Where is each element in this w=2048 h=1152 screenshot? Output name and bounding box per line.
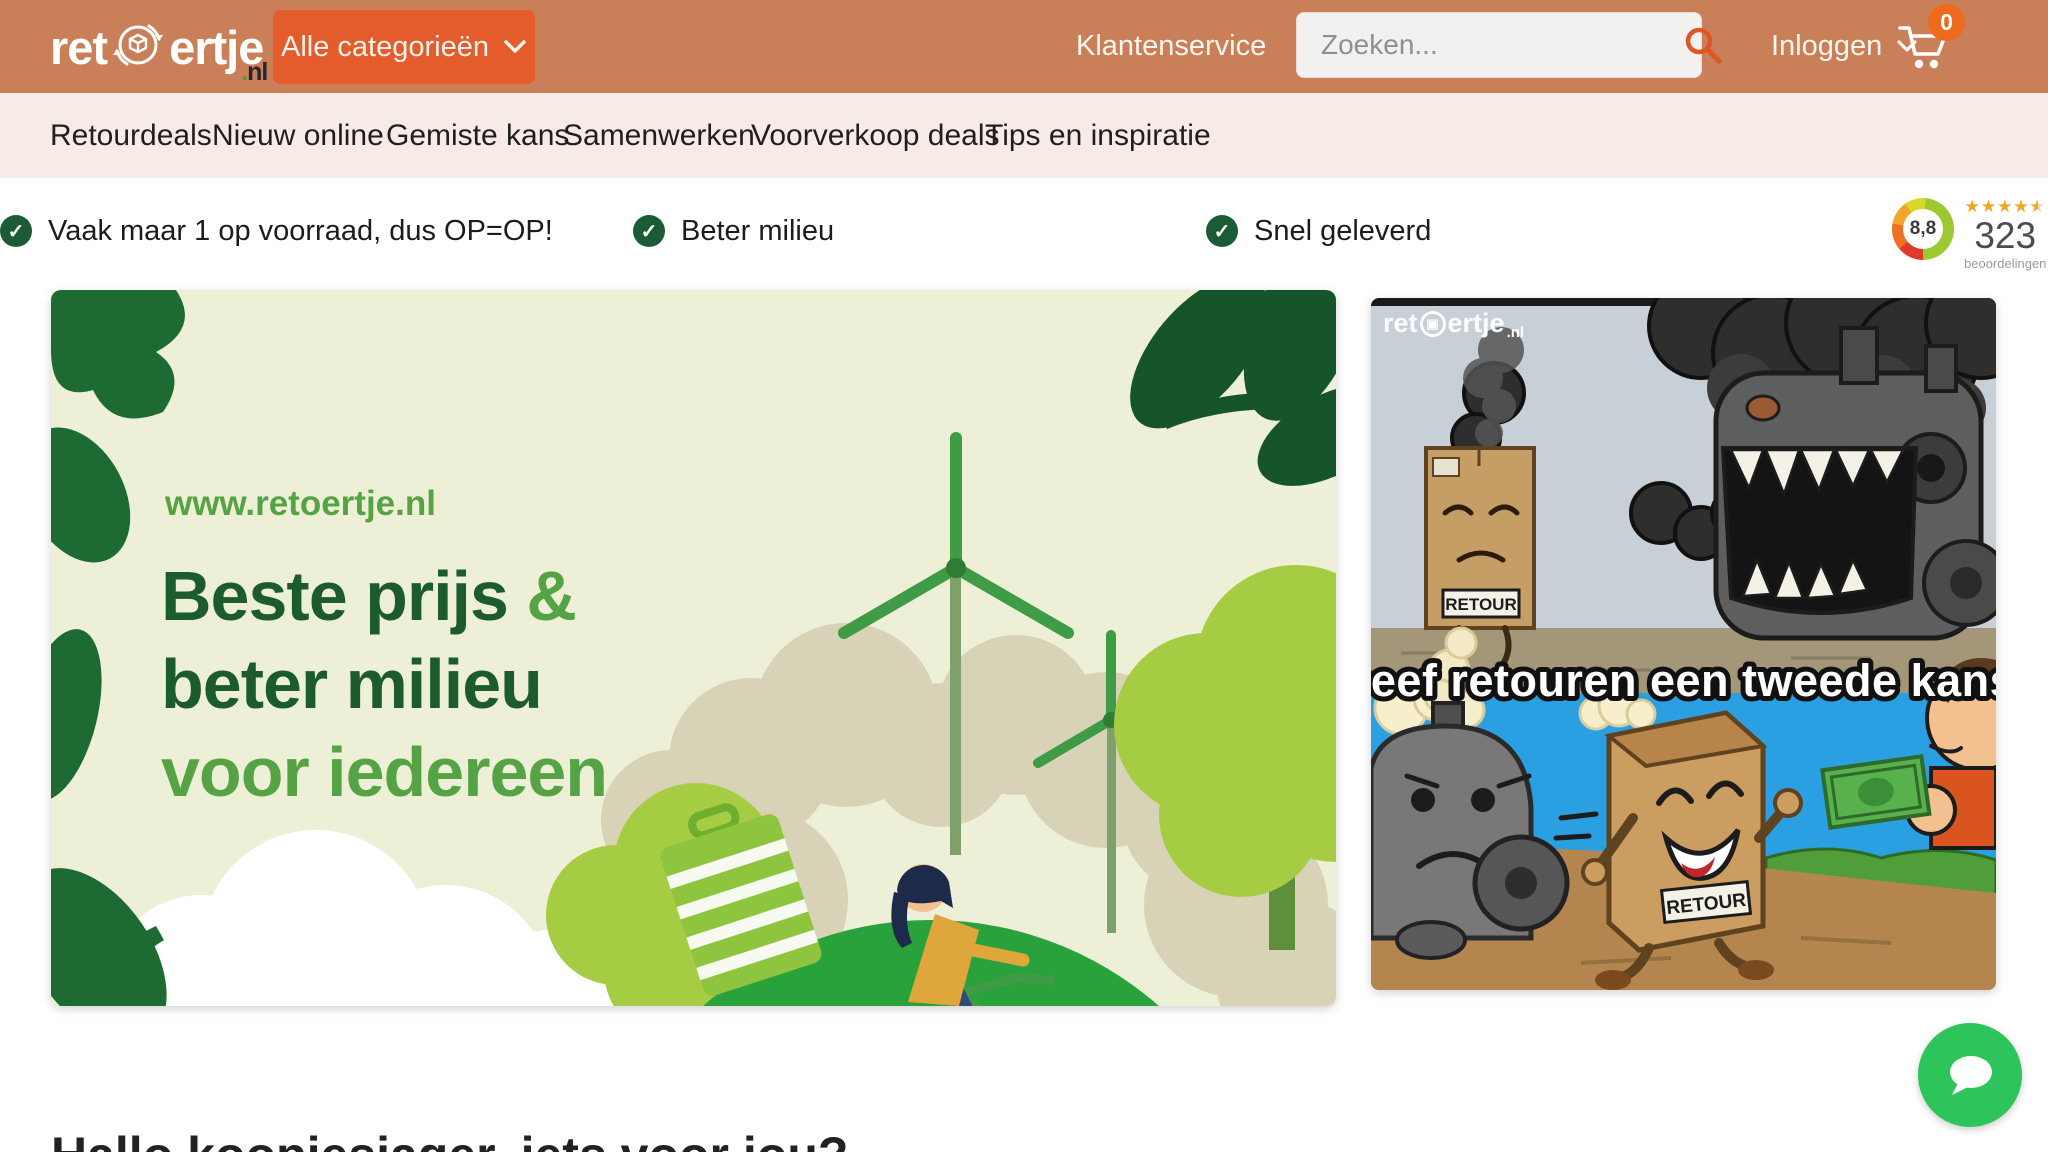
search-icon bbox=[1682, 24, 1724, 66]
usp-item-voorraad: ✓ Vaak maar 1 op voorraad, dus OP=OP! bbox=[0, 206, 553, 256]
rating-score: 8,8 bbox=[1903, 209, 1943, 249]
check-circle-icon: ✓ bbox=[1206, 215, 1238, 247]
banner-headline-line2: beter milieu bbox=[161, 644, 542, 724]
nav-item-tips-en-inspiratie[interactable]: Tips en inspiratie bbox=[985, 93, 1211, 178]
nav-item-retourdeals[interactable]: Retourdeals bbox=[50, 93, 212, 178]
review-count: 323 bbox=[1974, 217, 2036, 254]
nav-item-nieuw-online[interactable]: Nieuw online bbox=[212, 93, 384, 178]
banner-headline-line3: voor iedereen bbox=[161, 732, 607, 812]
page: ret ertje .nl Alle categorieën bbox=[0, 0, 2048, 1152]
usp-item-levering: ✓ Snel geleverd bbox=[1206, 206, 1431, 256]
header: ret ertje .nl Alle categorieën bbox=[0, 0, 2048, 93]
hero-banner-tweede-kans[interactable]: RETOUR bbox=[1371, 298, 1996, 990]
logo-text-pre: ret bbox=[50, 20, 107, 75]
chat-button[interactable] bbox=[1918, 1023, 2022, 1127]
banner-headline-line1: Beste prijs & bbox=[161, 556, 576, 636]
search-bar bbox=[1296, 12, 1702, 78]
logo-text-post: ertje .nl bbox=[169, 20, 263, 75]
banner-watermark-logo: ret▣ertje.nl bbox=[1383, 306, 1524, 341]
nav-item-voorverkoop-deals[interactable]: Voorverkoop deals bbox=[751, 93, 1000, 178]
banner-headline: Geef retouren een tweede kans! bbox=[1371, 655, 1996, 706]
nav-item-samenwerken[interactable]: Samenwerken bbox=[563, 93, 755, 178]
cart-count-badge: 0 bbox=[1928, 4, 1965, 41]
login-label: Inloggen bbox=[1771, 30, 1882, 63]
logo[interactable]: ret ertje .nl bbox=[50, 12, 263, 82]
logo-box-recycle-icon: ▣ bbox=[1420, 311, 1446, 337]
review-count-label: beoordelingen bbox=[1964, 257, 2046, 270]
logo-box-recycle-icon bbox=[110, 17, 166, 78]
search-button[interactable] bbox=[1682, 13, 1724, 77]
check-circle-icon: ✓ bbox=[633, 215, 665, 247]
all-categories-label: Alle categorieën bbox=[281, 31, 489, 64]
logo-tld: .nl bbox=[241, 58, 267, 87]
nav-item-gemiste-kans[interactable]: Gemiste kans bbox=[386, 93, 569, 178]
star-rating-icon: ★★★★★ ★★★★★ bbox=[1965, 198, 2046, 215]
leaf-decorations-right bbox=[1105, 290, 1336, 507]
shredder-machine bbox=[1716, 328, 1996, 638]
section-heading: Hallo koopjesjager, iets voor jou? bbox=[51, 1126, 848, 1152]
usp-item-milieu: ✓ Beter milieu bbox=[633, 206, 834, 256]
search-input[interactable] bbox=[1297, 13, 1682, 77]
banner-site-url: www.retoertje.nl bbox=[165, 484, 436, 524]
chevron-down-icon bbox=[503, 39, 527, 55]
svg-text:RETOUR: RETOUR bbox=[1445, 595, 1516, 614]
all-categories-button[interactable]: Alle categorieën bbox=[273, 10, 535, 84]
retour-comic-illustration: RETOUR bbox=[1371, 298, 1996, 990]
usp-label: Vaak maar 1 op voorraad, dus OP=OP! bbox=[48, 215, 553, 248]
hero-banner-beste-prijs[interactable]: www.retoertje.nl Beste prijs & beter mil… bbox=[51, 290, 1336, 1006]
customer-service-link[interactable]: Klantenservice bbox=[1076, 0, 1266, 93]
rating-gauge-icon: 8,8 bbox=[1892, 198, 1954, 260]
rating-summary: ★★★★★ ★★★★★ 323 beoordelingen bbox=[1964, 198, 2046, 262]
usp-label: Beter milieu bbox=[681, 215, 834, 248]
check-circle-icon: ✓ bbox=[0, 215, 32, 247]
usp-label: Snel geleverd bbox=[1254, 215, 1431, 248]
reviews-widget[interactable]: 8,8 ★★★★★ ★★★★★ 323 beoordelingen bbox=[1892, 198, 2048, 262]
speech-bubble-icon bbox=[1944, 1051, 1996, 1099]
main-navigation: Retourdeals Nieuw online Gemiste kans Sa… bbox=[0, 93, 2048, 178]
